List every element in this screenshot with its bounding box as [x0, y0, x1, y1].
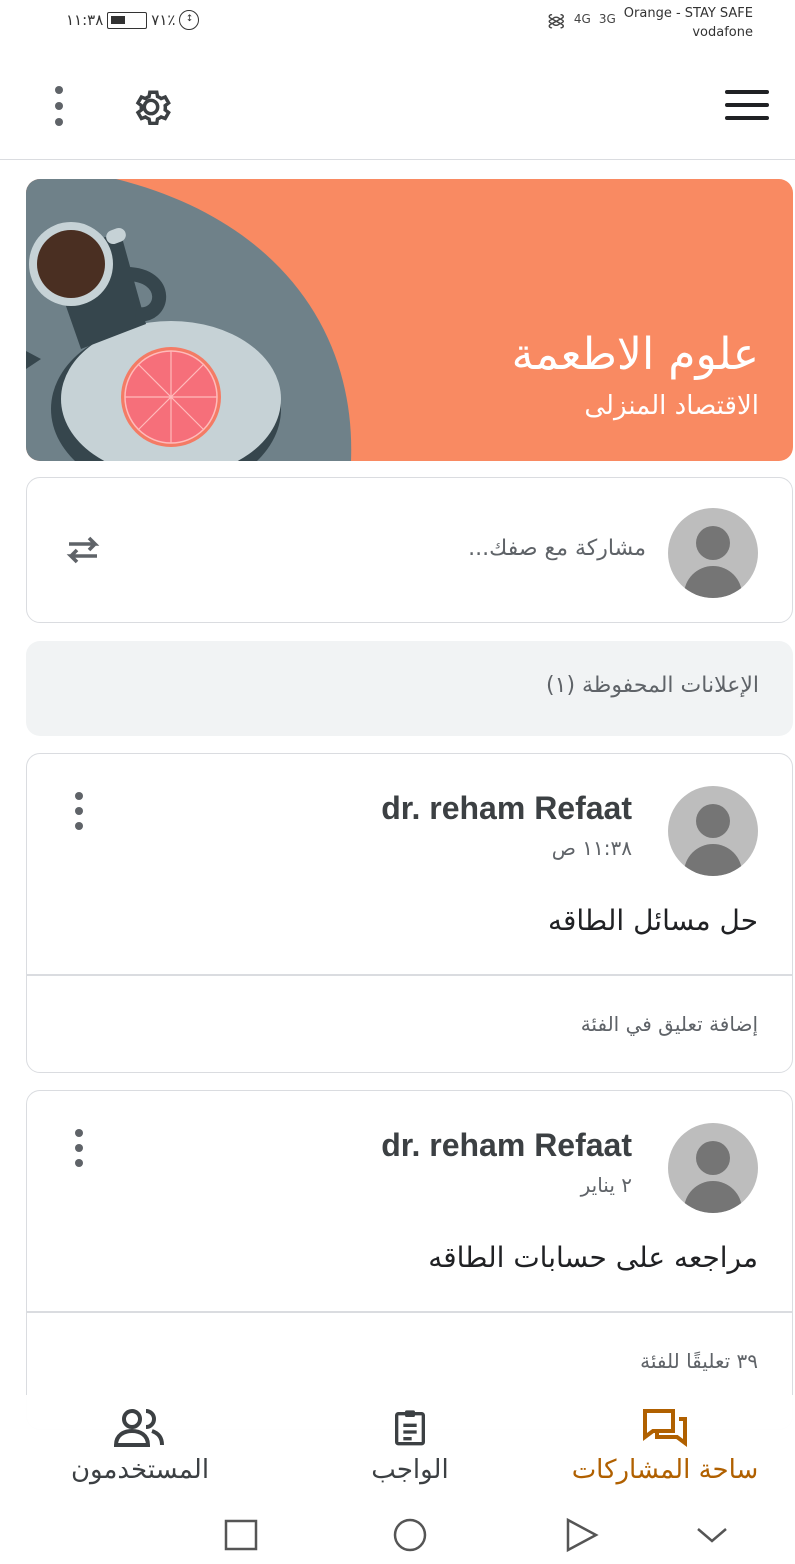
signal-2: 3G — [598, 12, 616, 26]
class-comments-link[interactable]: ٣٩ تعليقًا للفئة — [640, 1349, 758, 1373]
status-left: ١١:٣٨ ٧١٪ ↕ — [66, 10, 200, 30]
author-avatar — [668, 786, 758, 876]
wifi-icon: ᯼ — [546, 10, 566, 31]
post-body: حل مسائل الطاقه — [547, 904, 758, 937]
tab-people-label: المستخدمون — [70, 1455, 210, 1485]
tab-classwork-label: الواجب — [371, 1455, 449, 1485]
saved-announcements-label: الإعلانات المحفوظة (١) — [546, 673, 759, 698]
carrier-2: vodafone — [692, 25, 753, 40]
author-avatar — [668, 1123, 758, 1213]
home-icon[interactable] — [390, 1517, 430, 1553]
carrier-1: Orange - STAY SAFE — [623, 6, 753, 21]
recents-icon[interactable] — [222, 1517, 262, 1553]
carrier-info: Orange - STAY SAFE vodafone — [624, 4, 753, 42]
class-title: علوم الاطعمة — [511, 329, 759, 380]
post-body: مراجعه على حسابات الطاقه — [428, 1241, 758, 1274]
tab-stream[interactable]: ساحة المشاركات — [545, 1407, 785, 1497]
hamburger-menu-icon[interactable] — [725, 90, 769, 120]
top-app-bar — [0, 60, 795, 160]
avatar — [668, 508, 758, 598]
class-banner[interactable]: علوم الاطعمة الاقتصاد المنزلى — [26, 179, 793, 461]
data-saver-icon: ↕ — [179, 10, 200, 30]
status-time: ١١:٣٨ — [66, 11, 104, 29]
divider — [27, 1311, 792, 1313]
post-time: ٢ يناير — [580, 1173, 632, 1197]
announcement-card[interactable]: dr. reham Refaat ٢ يناير مراجعه على حساب… — [26, 1090, 793, 1430]
share-with-class-box[interactable]: مشاركة مع صفك... — [26, 477, 793, 623]
more-vert-icon[interactable] — [50, 86, 68, 126]
signal-group: 4G 3G — [574, 12, 616, 26]
status-right: ᯼ 4G 3G Orange - STAY SAFE vodafone — [547, 4, 753, 42]
divider — [27, 974, 792, 976]
gear-icon[interactable] — [128, 84, 174, 130]
back-icon[interactable] — [562, 1517, 602, 1553]
battery-level: ٧١٪ — [151, 11, 176, 29]
signal-1: 4G — [573, 12, 591, 26]
bottom-navigation: ساحة المشاركات الواجب المستخدمون — [0, 1395, 795, 1505]
status-bar: ١١:٣٨ ٧١٪ ↕ ᯼ 4G 3G Orange - STAY SAFE v… — [0, 0, 795, 52]
add-comment-link[interactable]: إضافة تعليق في الفئة — [581, 1012, 758, 1036]
more-vert-icon[interactable] — [73, 1129, 85, 1167]
post-author: dr. reham Refaat — [381, 790, 632, 826]
saved-announcements[interactable]: الإعلانات المحفوظة (١) — [26, 641, 793, 736]
share-placeholder[interactable]: مشاركة مع صفك... — [468, 536, 646, 561]
post-time: ١١:٣٨ ص — [551, 836, 632, 860]
tab-classwork[interactable]: الواجب — [290, 1407, 530, 1497]
collapse-icon[interactable] — [692, 1517, 732, 1553]
forum-icon — [643, 1409, 687, 1447]
assignment-icon — [395, 1410, 425, 1446]
system-navigation-bar — [0, 1505, 795, 1564]
tab-people[interactable]: المستخدمون — [20, 1407, 260, 1497]
post-author: dr. reham Refaat — [381, 1127, 632, 1163]
announcement-card[interactable]: dr. reham Refaat ١١:٣٨ ص حل مسائل الطاقه… — [26, 753, 793, 1073]
class-subtitle: الاقتصاد المنزلى — [584, 391, 759, 421]
more-vert-icon[interactable] — [73, 792, 85, 830]
repost-icon[interactable] — [59, 526, 107, 574]
battery-icon — [107, 11, 148, 29]
tab-stream-label: ساحة المشاركات — [571, 1455, 759, 1485]
people-icon — [114, 1409, 164, 1447]
